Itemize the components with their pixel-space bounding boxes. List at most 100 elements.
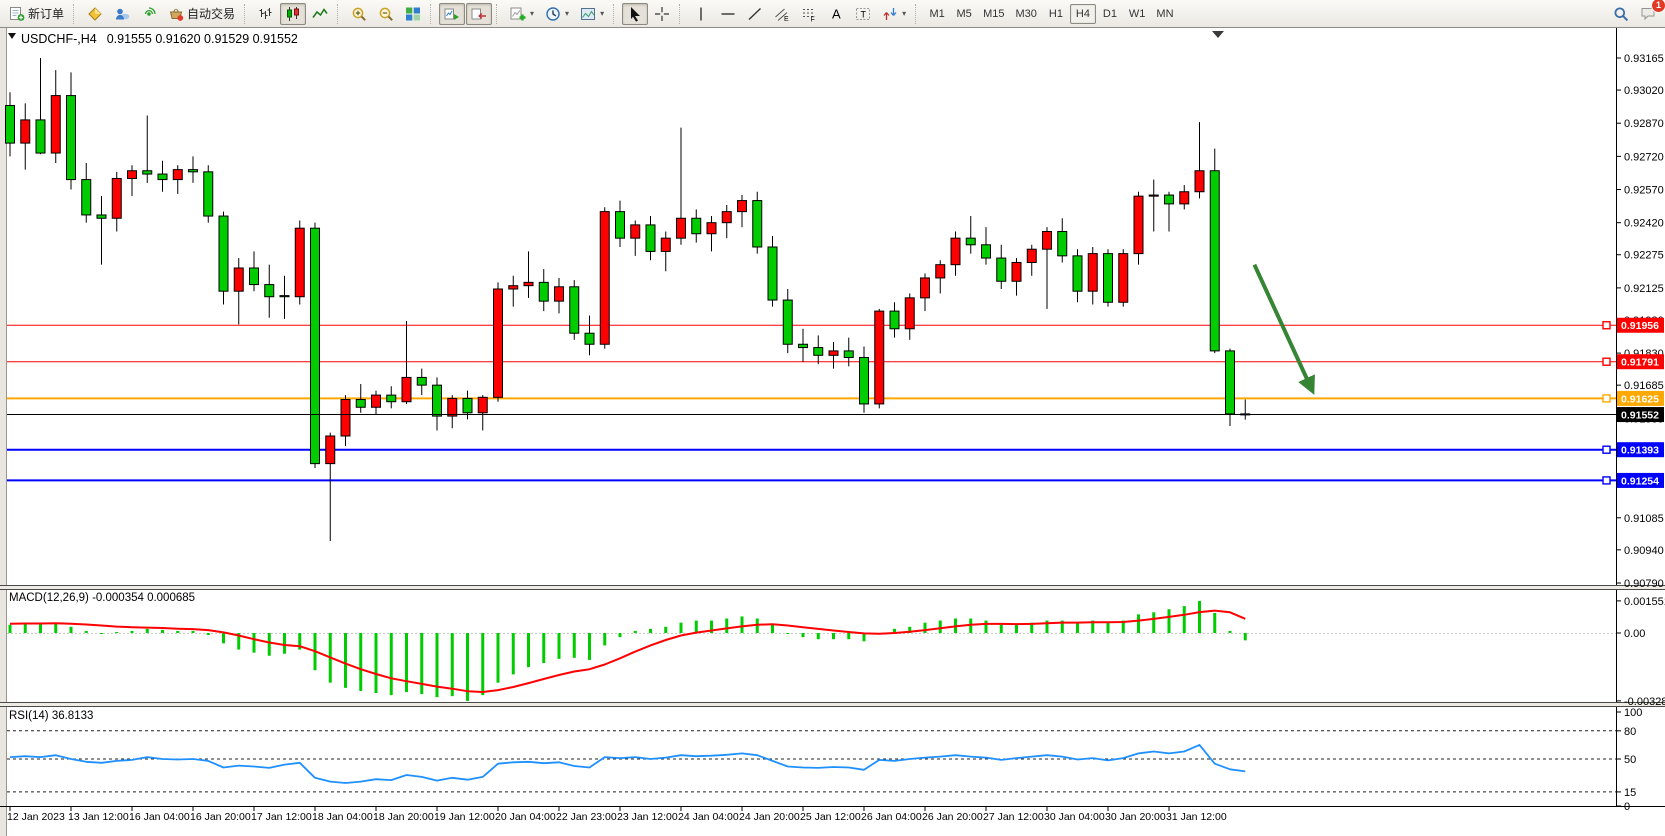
date-tick-label: 16 Jan 04:00	[129, 811, 190, 823]
toolbar: 新订单 自动交易 ▾ ▾ ▾ ▾	[0, 0, 1665, 28]
candlestick-chart-button[interactable]	[280, 3, 306, 25]
trendline-button[interactable]	[742, 3, 768, 25]
candle-body	[463, 398, 472, 412]
line-chart-button[interactable]	[307, 3, 333, 25]
date-tick-label: 23 Jan 12:00	[617, 811, 678, 823]
price-tick-label: 0.93165	[1624, 53, 1664, 65]
auto-scroll-icon	[444, 6, 460, 22]
zoom-in-button[interactable]	[346, 3, 372, 25]
text-label-button[interactable]	[850, 3, 876, 25]
rsi-label: RSI(14) 36.8133	[9, 710, 93, 722]
macd-bar	[451, 633, 454, 696]
line-anchor[interactable]	[1603, 477, 1610, 484]
price-tick-label: 0.91685	[1624, 380, 1664, 392]
timeframe-mn-button[interactable]: MN	[1151, 4, 1178, 24]
candle-body	[1165, 195, 1174, 204]
candle-body	[6, 106, 15, 144]
macd-bar	[176, 631, 179, 633]
macd-bar	[131, 631, 134, 633]
timeframe-m15-button[interactable]: M15	[978, 4, 1009, 24]
new-order-button[interactable]: 新订单	[4, 3, 69, 25]
line-chart-icon	[312, 6, 328, 22]
candle-body	[982, 245, 991, 258]
arrows-button[interactable]: ▾	[877, 3, 911, 25]
date-tick-label: 27 Jan 12:00	[983, 811, 1044, 823]
search-icon	[1613, 6, 1629, 22]
periods-button[interactable]: ▾	[540, 3, 574, 25]
bar-chart-icon	[258, 6, 274, 22]
price-badge-label: 0.91254	[1621, 475, 1659, 487]
line-anchor[interactable]	[1603, 395, 1610, 402]
tile-windows-button[interactable]	[400, 3, 426, 25]
macd-bar	[1076, 623, 1079, 633]
macd-bar	[786, 633, 789, 634]
date-tick-label: 24 Jan 04:00	[678, 811, 739, 823]
chart-shift-icon	[471, 6, 487, 22]
candle-body	[1226, 351, 1235, 414]
gold-button[interactable]	[82, 3, 108, 25]
templates-button[interactable]: ▾	[575, 3, 609, 25]
date-tick-label: 30 Jan 20:00	[1105, 811, 1166, 823]
cursor-button[interactable]	[622, 3, 648, 25]
line-anchor[interactable]	[1603, 446, 1610, 453]
auto-trading-icon	[168, 6, 184, 22]
horizontal-line-button[interactable]	[715, 3, 741, 25]
candle-body	[753, 201, 762, 247]
search-button[interactable]	[1608, 3, 1634, 25]
macd-bar	[985, 621, 988, 633]
candle-body	[600, 212, 609, 345]
timeframe-m1-button[interactable]: M1	[924, 4, 950, 24]
timeframe-m5-button[interactable]: M5	[951, 4, 977, 24]
crosshair-button[interactable]	[649, 3, 675, 25]
signals-button[interactable]	[136, 3, 162, 25]
price-badge-label: 0.91393	[1621, 445, 1659, 457]
price-badge-label: 0.91956	[1621, 320, 1659, 332]
chart-background	[0, 28, 1665, 836]
chart-title: USDCHF-,H40.91555 0.91620 0.91529 0.9155…	[21, 32, 298, 46]
timeframe-w1-button[interactable]: W1	[1124, 4, 1151, 24]
toolbar-separator	[496, 4, 501, 24]
macd-bar	[115, 632, 118, 633]
rsi-axis-label: 15	[1624, 787, 1636, 799]
macd-axis-label: 0.001551	[1624, 596, 1665, 608]
auto-scroll-button[interactable]	[439, 3, 465, 25]
new-order-icon	[9, 6, 25, 22]
auto-trading-button[interactable]: 自动交易	[163, 3, 240, 25]
channel-icon	[774, 6, 790, 22]
vertical-line-button[interactable]	[688, 3, 714, 25]
zoom-out-button[interactable]	[373, 3, 399, 25]
toolbar-separator	[73, 4, 78, 24]
candle-body	[173, 170, 182, 180]
price-tick-label: 0.92125	[1624, 283, 1664, 295]
bar-chart-button[interactable]	[253, 3, 279, 25]
line-anchor[interactable]	[1603, 322, 1610, 329]
candle-body	[555, 287, 564, 301]
channel-button[interactable]	[769, 3, 795, 25]
macd-bar	[283, 633, 286, 654]
candle-body	[631, 225, 640, 238]
chart-area[interactable]: 0.931650.930200.928700.927200.925700.924…	[0, 28, 1665, 836]
timeframe-m30-button[interactable]: M30	[1011, 4, 1042, 24]
macd-bar	[680, 623, 683, 633]
text-button[interactable]	[823, 3, 849, 25]
candle-body	[509, 286, 518, 289]
macd-bar	[268, 633, 271, 656]
timeframe-h4-button[interactable]: H4	[1070, 4, 1096, 24]
macd-bar	[1229, 631, 1232, 633]
timeframe-d1-button[interactable]: D1	[1097, 4, 1123, 24]
rsi-axis-label: 80	[1624, 726, 1636, 738]
candle-body	[524, 282, 533, 285]
chevron-down-icon: ▾	[600, 9, 604, 18]
candle-body	[585, 333, 594, 344]
macd-bar	[344, 633, 347, 688]
community-button[interactable]	[109, 3, 135, 25]
chart-shift-button[interactable]	[466, 3, 492, 25]
timeframe-h1-button[interactable]: H1	[1043, 4, 1069, 24]
indicators-button[interactable]: ▾	[505, 3, 539, 25]
macd-bar	[619, 633, 622, 637]
date-tick-label: 18 Jan 04:00	[312, 811, 373, 823]
auto-trading-label: 自动交易	[187, 5, 235, 22]
date-tick-label: 26 Jan 04:00	[861, 811, 922, 823]
fibonacci-button[interactable]	[796, 3, 822, 25]
line-anchor[interactable]	[1603, 358, 1610, 365]
